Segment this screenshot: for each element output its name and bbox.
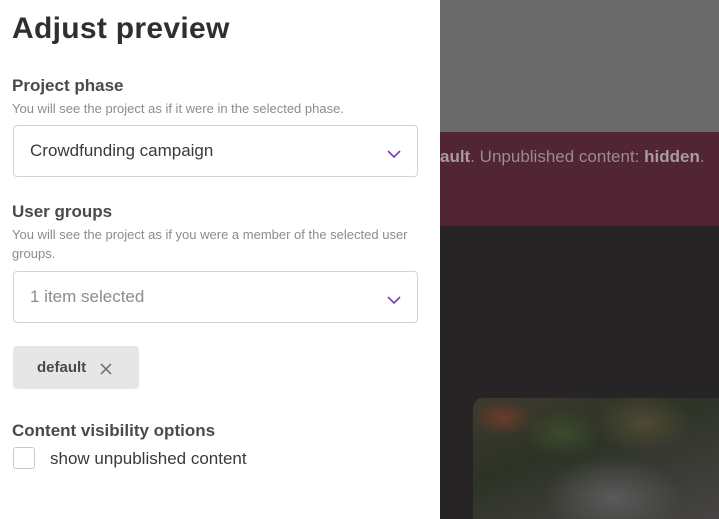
user-groups-select[interactable]: 1 item selected	[13, 271, 418, 323]
preview-status-text: ault. Unpublished content: hidden.	[440, 147, 719, 167]
user-group-tag: default	[13, 346, 139, 389]
user-groups-help: You will see the project as if you were …	[12, 227, 408, 261]
adjust-preview-panel: Adjust preview Project phase You will se…	[0, 0, 440, 519]
close-icon[interactable]	[100, 362, 112, 375]
show-unpublished-label[interactable]: show unpublished content	[50, 449, 247, 469]
preview-status-middle: . Unpublished content:	[470, 147, 645, 166]
show-unpublished-checkbox[interactable]	[13, 447, 35, 469]
project-phase-value: Crowdfunding campaign	[30, 141, 214, 160]
preview-status-prefix: ault	[440, 147, 471, 166]
preview-header-area	[440, 0, 719, 132]
panel-title: Adjust preview	[12, 12, 230, 45]
user-groups-placeholder: 1 item selected	[30, 287, 145, 306]
preview-status-hidden: hidden	[644, 147, 700, 166]
project-phase-label: Project phase	[12, 76, 124, 95]
project-phase-select[interactable]: Crowdfunding campaign	[13, 125, 418, 177]
chevron-down-icon	[387, 292, 401, 305]
user-group-tag-label: default	[37, 359, 87, 376]
preview-status-suffix: .	[699, 147, 705, 166]
project-phase-help: You will see the project as if it were i…	[12, 101, 344, 116]
content-visibility-label: Content visibility options	[12, 421, 216, 440]
chevron-down-icon	[387, 146, 401, 159]
preview-project-image	[473, 398, 719, 519]
user-groups-label: User groups	[12, 202, 113, 221]
